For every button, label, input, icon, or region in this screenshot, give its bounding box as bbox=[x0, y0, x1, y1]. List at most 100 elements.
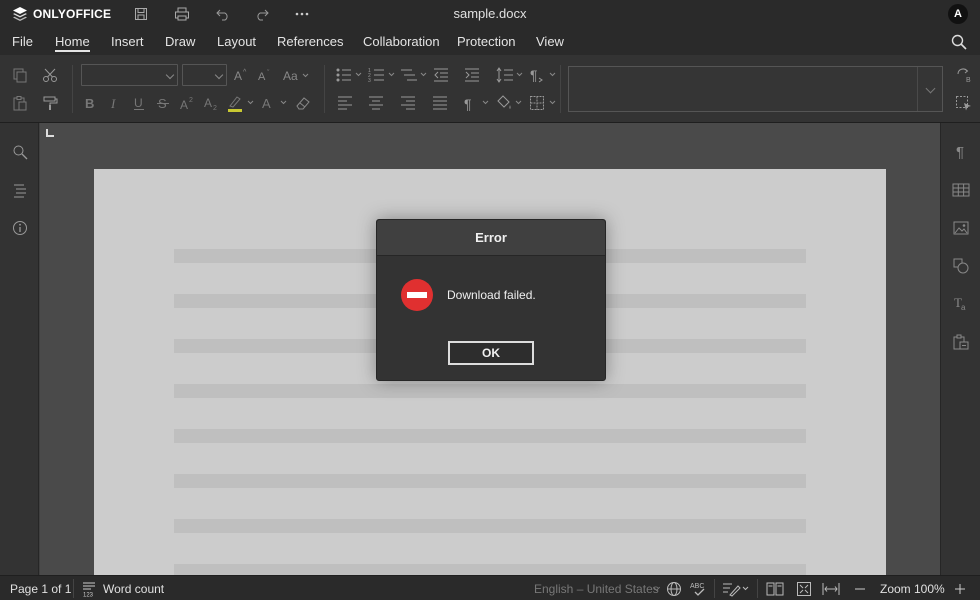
tab-stop-marker[interactable] bbox=[46, 129, 54, 137]
font-decrease-icon: Aˇ bbox=[258, 70, 270, 82]
chevron-down-icon bbox=[214, 70, 224, 80]
underline-button[interactable]: U bbox=[129, 94, 149, 112]
font-color-icon: A bbox=[262, 96, 287, 111]
find-button[interactable] bbox=[10, 142, 30, 162]
align-center-button[interactable] bbox=[366, 94, 386, 112]
svg-text:2: 2 bbox=[213, 105, 217, 110]
minus-icon bbox=[855, 588, 865, 589]
image-settings-button[interactable] bbox=[951, 218, 971, 238]
copy-button[interactable] bbox=[10, 66, 30, 84]
fit-width-button[interactable] bbox=[822, 580, 840, 597]
borders-button[interactable] bbox=[529, 94, 559, 112]
multilevel-list-button[interactable] bbox=[400, 66, 430, 84]
navigation-button[interactable] bbox=[10, 180, 30, 200]
decrease-font-button[interactable]: Aˇ bbox=[255, 66, 275, 84]
superscript-button[interactable]: A2 bbox=[177, 94, 197, 112]
justify-button[interactable] bbox=[430, 94, 450, 112]
home-toolbar: A ^ Aˇ Aa B I U S A2 A2 A 1 2 3 ¶ ¶ B bbox=[0, 55, 980, 123]
track-changes-button[interactable] bbox=[722, 580, 750, 597]
strikethrough-icon: S bbox=[157, 96, 169, 110]
strikethrough-button[interactable]: S bbox=[153, 94, 173, 112]
tab-home[interactable]: Home bbox=[55, 34, 90, 52]
more-options-button[interactable] bbox=[291, 4, 313, 24]
undo-button[interactable] bbox=[212, 4, 234, 24]
paragraph-direction-button[interactable]: ¶ bbox=[529, 66, 559, 84]
align-left-button[interactable] bbox=[335, 94, 355, 112]
fit-page-button[interactable] bbox=[795, 580, 813, 597]
subscript-button[interactable]: A2 bbox=[201, 94, 221, 112]
select-icon bbox=[956, 96, 971, 111]
user-avatar[interactable]: A bbox=[948, 4, 968, 24]
ok-button[interactable]: OK bbox=[448, 341, 534, 365]
status-bar: Page 1 of 1 123 Word count English – Uni… bbox=[0, 575, 980, 600]
tab-collaboration[interactable]: Collaboration bbox=[363, 34, 440, 49]
numbering-button[interactable]: 123 bbox=[368, 66, 398, 84]
outdent-icon bbox=[434, 68, 448, 82]
textart-settings-button[interactable]: Ta bbox=[951, 294, 971, 314]
eraser-icon bbox=[296, 97, 310, 110]
right-sidebar: ¶ Ta bbox=[940, 123, 980, 575]
redo-icon bbox=[257, 9, 269, 21]
error-icon bbox=[401, 279, 433, 311]
shading-button[interactable] bbox=[495, 94, 525, 112]
clear-style-button[interactable] bbox=[293, 94, 313, 112]
change-case-button[interactable]: Aa bbox=[283, 66, 309, 84]
page-info[interactable]: Page 1 of 1 bbox=[10, 582, 71, 596]
info-icon bbox=[13, 221, 27, 235]
shape-settings-button[interactable] bbox=[951, 256, 971, 276]
multilevel-list-icon bbox=[401, 69, 427, 81]
more-dots-icon bbox=[295, 12, 309, 16]
styles-gallery[interactable] bbox=[568, 66, 943, 112]
print-button[interactable] bbox=[171, 4, 193, 24]
tab-layout[interactable]: Layout bbox=[217, 34, 256, 49]
decrease-indent-button[interactable] bbox=[431, 66, 451, 84]
table-settings-button[interactable] bbox=[951, 180, 971, 200]
tab-protection[interactable]: Protection bbox=[457, 34, 516, 49]
italic-button[interactable]: I bbox=[104, 94, 124, 112]
paste-button[interactable] bbox=[10, 94, 30, 112]
toolbar-separator bbox=[560, 65, 561, 113]
tab-insert[interactable]: Insert bbox=[111, 34, 144, 49]
doc-language-button[interactable] bbox=[665, 580, 683, 597]
zoom-level[interactable]: Zoom 100% bbox=[880, 582, 945, 596]
search-button[interactable] bbox=[950, 33, 968, 51]
line-spacing-button[interactable] bbox=[496, 66, 526, 84]
tab-draw[interactable]: Draw bbox=[165, 34, 195, 49]
word-count-button[interactable]: Word count bbox=[103, 582, 164, 596]
language-selector[interactable]: English – United States bbox=[534, 582, 659, 596]
tab-references[interactable]: References bbox=[277, 34, 343, 49]
paragraph-mark-icon: ¶ bbox=[530, 67, 556, 83]
font-color-button[interactable]: A bbox=[260, 94, 290, 112]
highlight-color-button[interactable] bbox=[225, 94, 257, 112]
increase-indent-button[interactable] bbox=[462, 66, 482, 84]
zoom-in-button[interactable] bbox=[951, 580, 969, 597]
chevron-down-icon[interactable] bbox=[925, 83, 936, 94]
subscript-icon: A2 bbox=[204, 96, 217, 110]
cut-button[interactable] bbox=[40, 66, 60, 84]
font-size-combo[interactable] bbox=[182, 64, 227, 86]
toolbar-separator bbox=[324, 65, 325, 113]
select-all-button[interactable] bbox=[954, 94, 974, 112]
increase-font-button[interactable]: A ^ bbox=[231, 66, 251, 84]
zoom-out-button[interactable] bbox=[851, 580, 869, 597]
form-settings-button[interactable] bbox=[951, 332, 971, 352]
status-separator bbox=[73, 579, 74, 598]
redo-button[interactable] bbox=[251, 4, 273, 24]
document-info-button[interactable] bbox=[10, 218, 30, 238]
bullets-button[interactable] bbox=[335, 66, 365, 84]
font-name-combo[interactable] bbox=[81, 64, 178, 86]
svg-text:ABC: ABC bbox=[690, 583, 704, 590]
replace-button[interactable]: B bbox=[954, 66, 974, 84]
view-mode-button[interactable] bbox=[766, 580, 784, 597]
bold-button[interactable]: B bbox=[80, 94, 100, 112]
save-button[interactable] bbox=[130, 4, 152, 24]
align-right-button[interactable] bbox=[398, 94, 418, 112]
status-separator bbox=[714, 579, 715, 598]
copy-style-button[interactable] bbox=[40, 94, 60, 112]
tab-view[interactable]: View bbox=[536, 34, 564, 49]
spellcheck-button[interactable]: ABC bbox=[689, 580, 707, 597]
tab-file[interactable]: File bbox=[12, 34, 33, 49]
onlyoffice-logo-icon bbox=[13, 7, 27, 21]
paragraph-settings-button[interactable]: ¶ bbox=[951, 141, 971, 161]
nonprinting-chars-button[interactable]: ¶ bbox=[462, 94, 492, 112]
